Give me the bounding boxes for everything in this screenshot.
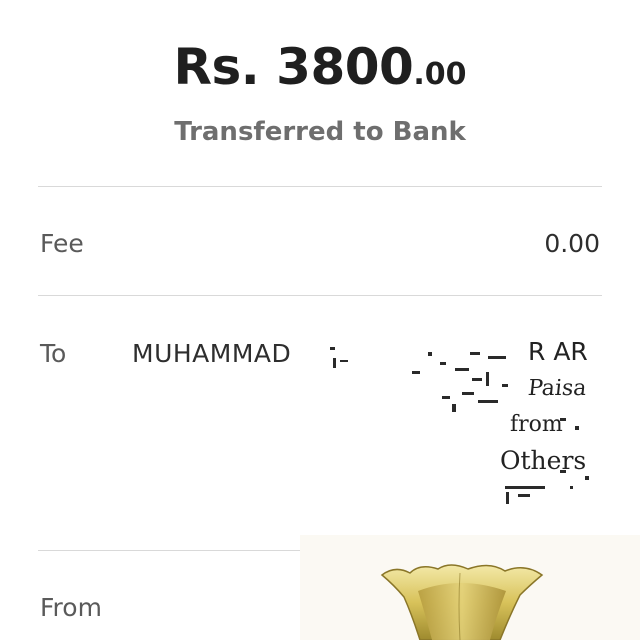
fee-value: 0.00 xyxy=(544,229,600,258)
recipient-name: MUHAMMAD xyxy=(132,339,292,368)
divider-fee xyxy=(38,295,602,296)
amount-decimal: .00 xyxy=(413,57,467,92)
divider-to xyxy=(38,550,302,551)
amount-value: Rs. 3800 xyxy=(173,38,414,96)
to-label: To xyxy=(40,339,67,368)
transfer-status: Transferred to Bank xyxy=(174,117,466,147)
obscured-recipient-line-4: Others xyxy=(500,446,587,475)
fee-label: Fee xyxy=(40,229,84,258)
tulip-icon xyxy=(380,564,544,640)
obscured-recipient-line-3: from xyxy=(510,412,563,437)
sticker-image xyxy=(300,535,640,640)
amount-heading: Rs. 3800.00 xyxy=(0,38,640,96)
from-label: From xyxy=(40,593,102,622)
obscured-recipient-line-2: Paisa xyxy=(526,376,588,401)
divider-top xyxy=(38,186,602,187)
obscured-recipient-line-1: R AR xyxy=(528,337,588,366)
